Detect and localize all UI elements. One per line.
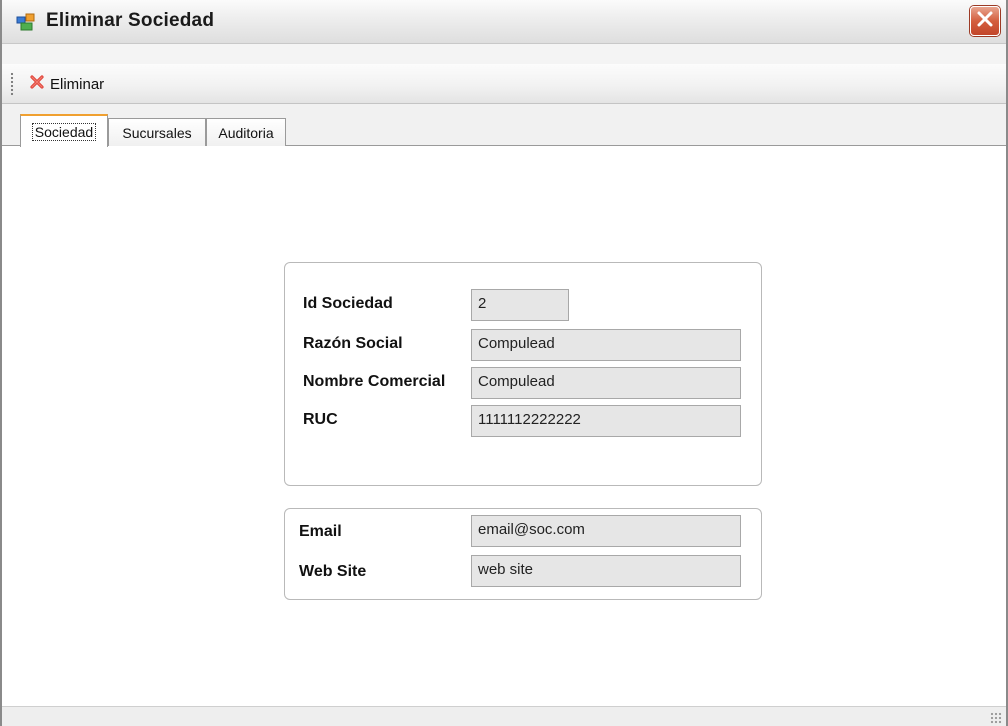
id-sociedad-label: Id Sociedad: [303, 295, 393, 312]
nombre-comercial-field[interactable]: Compulead: [471, 367, 741, 399]
ruc-field[interactable]: 1111112222222: [471, 405, 741, 437]
tab-auditoria-label: Auditoria: [218, 124, 274, 141]
close-icon: [976, 10, 994, 33]
toolbar-grip-icon[interactable]: [10, 72, 14, 96]
delete-button[interactable]: Eliminar: [24, 70, 110, 98]
status-bar: [2, 706, 1006, 726]
nombre-comercial-label: Nombre Comercial: [303, 373, 446, 390]
delete-button-label: Eliminar: [50, 75, 105, 93]
tab-sucursales-label: Sucursales: [122, 124, 192, 141]
web-site-label: Web Site: [299, 563, 367, 580]
contact-group: Email email@soc.com Web Site web site: [284, 508, 762, 600]
tab-content-sociedad: Id Sociedad 2 Razón Social Compulead Nom…: [2, 146, 1006, 706]
delete-x-icon: [30, 74, 44, 94]
id-sociedad-field[interactable]: 2: [471, 289, 569, 321]
window-app-icon: [16, 12, 36, 32]
ruc-label: RUC: [303, 411, 338, 428]
email-field[interactable]: email@soc.com: [471, 515, 741, 547]
toolbar: Eliminar: [2, 64, 1006, 104]
resize-grip-icon[interactable]: [990, 712, 1002, 724]
tab-sociedad-label: Sociedad: [31, 122, 97, 141]
tab-auditoria[interactable]: Auditoria: [206, 118, 286, 146]
title-bar[interactable]: Eliminar Sociedad: [2, 0, 1006, 44]
close-button[interactable]: [970, 6, 1000, 36]
razon-social-field[interactable]: Compulead: [471, 329, 741, 361]
toolbar-spacer: [2, 44, 1006, 64]
tab-sociedad[interactable]: Sociedad: [20, 114, 108, 147]
window-title: Eliminar Sociedad: [46, 10, 215, 31]
web-site-field[interactable]: web site: [471, 555, 741, 587]
email-label: Email: [299, 523, 342, 540]
window-eliminar-sociedad: Eliminar Sociedad Eliminar Sociedad Sucu…: [0, 0, 1008, 726]
tab-sucursales[interactable]: Sucursales: [108, 118, 206, 146]
sociedad-details-group: Id Sociedad 2 Razón Social Compulead Nom…: [284, 262, 762, 486]
razon-social-label: Razón Social: [303, 335, 403, 352]
tab-strip: Sociedad Sucursales Auditoria: [2, 104, 1006, 147]
